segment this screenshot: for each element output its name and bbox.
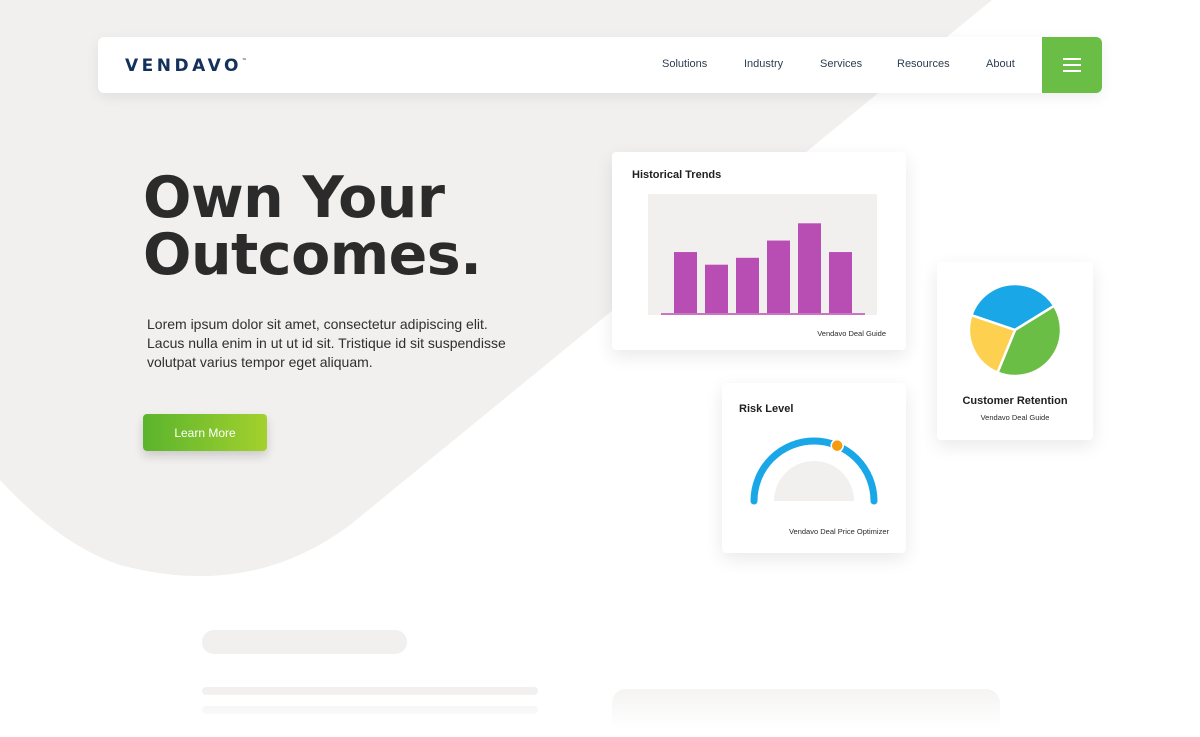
hero-title-line2: Outcomes. bbox=[143, 222, 482, 288]
menu-button[interactable] bbox=[1042, 37, 1102, 93]
hero-title-line1: Own Your bbox=[143, 165, 445, 231]
bar-6 bbox=[829, 252, 852, 313]
historical-trends-title: Historical Trends bbox=[632, 169, 722, 181]
vendavo-logo[interactable]: VENDAVO™ bbox=[125, 56, 247, 76]
nav-item-services[interactable]: Services bbox=[820, 58, 862, 70]
learn-more-button[interactable]: Learn More bbox=[143, 414, 267, 451]
nav-item-industry[interactable]: Industry bbox=[744, 58, 783, 70]
risk-level-card: Risk Level Vendavo Deal Price Optimizer bbox=[722, 383, 906, 553]
risk-level-gauge bbox=[750, 437, 878, 505]
customer-retention-title: Customer Retention bbox=[962, 395, 1068, 407]
bar-2 bbox=[705, 264, 728, 313]
skeleton-heading bbox=[202, 630, 407, 654]
bar-4 bbox=[767, 240, 790, 313]
top-navbar: VENDAVO™ Solutions Industry Services Res… bbox=[98, 37, 1102, 93]
historical-trends-card: Historical Trends Vendavo Deal Guide bbox=[612, 152, 906, 350]
historical-trends-caption: Vendavo Deal Guide bbox=[817, 329, 886, 338]
gauge-inner-disc bbox=[774, 461, 854, 501]
bottom-fade bbox=[0, 690, 1200, 737]
risk-level-title: Risk Level bbox=[739, 403, 794, 415]
bar-3 bbox=[736, 257, 759, 313]
bar-1 bbox=[674, 252, 697, 313]
customer-retention-pie-chart bbox=[967, 282, 1063, 378]
historical-trends-bar-chart bbox=[648, 194, 877, 315]
nav-item-solutions[interactable]: Solutions bbox=[662, 58, 707, 70]
customer-retention-caption: Vendavo Deal Guide bbox=[980, 413, 1050, 422]
nav-item-about[interactable]: About bbox=[986, 58, 1015, 70]
risk-level-caption: Vendavo Deal Price Optimizer bbox=[788, 527, 889, 536]
hero-title: Own Your Outcomes. bbox=[143, 165, 482, 288]
hero-description: Lorem ipsum dolor sit amet, consectetur … bbox=[147, 316, 506, 370]
customer-retention-card: Customer Retention Vendavo Deal Guide bbox=[937, 262, 1093, 440]
bar-5 bbox=[798, 223, 821, 313]
gauge-marker bbox=[830, 438, 844, 453]
nav-item-resources[interactable]: Resources bbox=[897, 58, 950, 70]
